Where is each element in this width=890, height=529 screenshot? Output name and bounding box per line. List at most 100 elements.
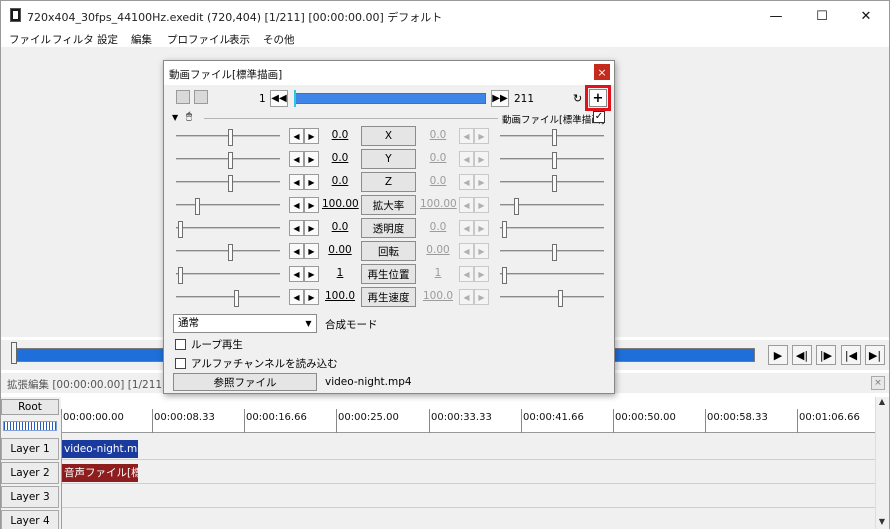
object-enable-checkbox[interactable]: ✓	[593, 111, 605, 123]
dialog-close-button[interactable]: ×	[594, 64, 610, 80]
audio-clip[interactable]: 音声ファイル[標準	[61, 464, 138, 482]
left-stepper[interactable]: ◀ ▶	[289, 151, 319, 167]
window-icon[interactable]	[194, 90, 208, 104]
left-slider[interactable]	[176, 267, 280, 284]
slider-thumb[interactable]	[228, 244, 233, 261]
right-slider[interactable]	[500, 267, 604, 284]
slider-thumb[interactable]	[195, 198, 200, 215]
blend-mode-select[interactable]: 通常 ▼	[173, 314, 317, 333]
left-slider[interactable]	[176, 221, 280, 238]
menu-profile[interactable]: プロファイル	[167, 32, 230, 47]
frame-range-bar[interactable]	[294, 90, 486, 107]
menu-settings[interactable]: 設定	[97, 32, 118, 47]
param-button-rotation[interactable]: 回転	[361, 241, 416, 261]
left-stepper[interactable]: ◀ ▶	[289, 289, 319, 305]
loop-icon[interactable]: ↻	[573, 92, 582, 105]
layer-2-label[interactable]: Layer 2	[1, 462, 59, 484]
increment-icon[interactable]: ▶	[304, 243, 319, 259]
right-slider[interactable]	[500, 198, 604, 215]
slider-thumb[interactable]	[228, 152, 233, 169]
menu-view[interactable]: 表示	[229, 32, 250, 47]
slider-thumb[interactable]	[558, 290, 563, 307]
left-stepper[interactable]: ◀ ▶	[289, 128, 319, 144]
scroll-up-icon[interactable]: ▲	[877, 397, 887, 407]
time-ruler[interactable]: 00:00:00.00 00:00:08.33 00:00:16.66 00:0…	[61, 397, 877, 433]
param-value-left[interactable]: 1	[322, 267, 358, 279]
playhead-line[interactable]	[61, 415, 62, 529]
increment-icon[interactable]: ▶	[304, 174, 319, 190]
layer-2-track[interactable]: 音声ファイル[標準	[61, 462, 877, 484]
scroll-down-icon[interactable]: ▼	[877, 517, 887, 527]
increment-icon[interactable]: ▶	[304, 151, 319, 167]
layer-1-track[interactable]: video-night.mp4	[61, 438, 877, 460]
slider-thumb[interactable]	[502, 221, 507, 238]
slider-thumb[interactable]	[552, 129, 557, 146]
video-clip[interactable]: video-night.mp4	[61, 440, 138, 458]
param-button-scale[interactable]: 拡大率	[361, 195, 416, 215]
alpha-channel-label[interactable]: アルファチャンネルを読み込む	[191, 356, 338, 371]
param-value-left[interactable]: 0.0	[322, 175, 358, 187]
zoom-scale[interactable]	[3, 421, 57, 431]
left-stepper[interactable]: ◀ ▶	[289, 266, 319, 282]
reference-file-button[interactable]: 参照ファイル	[173, 373, 317, 391]
root-button[interactable]: Root	[1, 399, 59, 415]
extended-edit-close-button[interactable]: ×	[871, 376, 885, 390]
param-value-left[interactable]: 0.0	[322, 129, 358, 141]
right-slider[interactable]	[500, 129, 604, 146]
param-button-y[interactable]: Y	[361, 149, 416, 169]
prev-frame-button[interactable]: ◀|	[792, 345, 812, 365]
next-frame-button[interactable]: |▶	[816, 345, 836, 365]
layer-4-track[interactable]	[61, 510, 877, 529]
chevron-down-icon[interactable]: ▼	[301, 315, 316, 332]
decrement-icon[interactable]: ◀	[289, 243, 304, 259]
layer-4-label[interactable]: Layer 4	[1, 510, 59, 529]
increment-icon[interactable]: ▶	[304, 266, 319, 282]
left-slider[interactable]	[176, 244, 280, 261]
left-slider[interactable]	[176, 175, 280, 192]
increment-icon[interactable]: ▶	[304, 197, 319, 213]
left-stepper[interactable]: ◀ ▶	[289, 174, 319, 190]
decrement-icon[interactable]: ◀	[289, 289, 304, 305]
timeline-scrollbar[interactable]: ▲ ▼	[875, 397, 887, 529]
slider-thumb[interactable]	[228, 129, 233, 146]
decrement-icon[interactable]: ◀	[289, 128, 304, 144]
decrement-icon[interactable]: ◀	[289, 151, 304, 167]
right-slider[interactable]	[500, 152, 604, 169]
slider-thumb[interactable]	[552, 175, 557, 192]
param-value-left[interactable]: 0.0	[322, 221, 358, 233]
decrement-icon[interactable]: ◀	[289, 220, 304, 236]
decrement-icon[interactable]: ◀	[289, 197, 304, 213]
right-slider[interactable]	[500, 290, 604, 307]
param-value-left[interactable]: 100.00	[322, 198, 359, 210]
decrement-icon[interactable]: ◀	[289, 266, 304, 282]
param-button-z[interactable]: Z	[361, 172, 416, 192]
right-slider[interactable]	[500, 244, 604, 261]
minimize-button[interactable]: —	[753, 1, 799, 31]
left-slider[interactable]	[176, 152, 280, 169]
slider-thumb[interactable]	[234, 290, 239, 307]
right-slider[interactable]	[500, 175, 604, 192]
close-button[interactable]: ✕	[843, 1, 889, 31]
param-button-play-speed[interactable]: 再生速度	[361, 287, 416, 307]
slider-thumb[interactable]	[228, 175, 233, 192]
go-end-button[interactable]: ▶|	[865, 345, 885, 365]
seek-handle[interactable]	[11, 342, 17, 364]
param-button-play-position[interactable]: 再生位置	[361, 264, 416, 284]
menu-other[interactable]: その他	[263, 32, 295, 47]
add-filter-button[interactable]: +	[585, 85, 611, 111]
left-slider[interactable]	[176, 129, 280, 146]
left-slider[interactable]	[176, 198, 280, 215]
slider-thumb[interactable]	[514, 198, 519, 215]
maximize-button[interactable]: ☐	[799, 1, 845, 31]
skip-back-button[interactable]: ◀◀	[270, 90, 288, 107]
slider-thumb[interactable]	[178, 267, 183, 284]
increment-icon[interactable]: ▶	[304, 289, 319, 305]
layer-1-label[interactable]: Layer 1	[1, 438, 59, 460]
mouse-icon[interactable]: 🖱	[186, 111, 192, 122]
go-start-button[interactable]: |◀	[841, 345, 861, 365]
left-stepper[interactable]: ◀ ▶	[289, 243, 319, 259]
slider-thumb[interactable]	[552, 244, 557, 261]
layer-3-label[interactable]: Layer 3	[1, 486, 59, 508]
param-button-x[interactable]: X	[361, 126, 416, 146]
param-value-left[interactable]: 0.00	[322, 244, 358, 256]
